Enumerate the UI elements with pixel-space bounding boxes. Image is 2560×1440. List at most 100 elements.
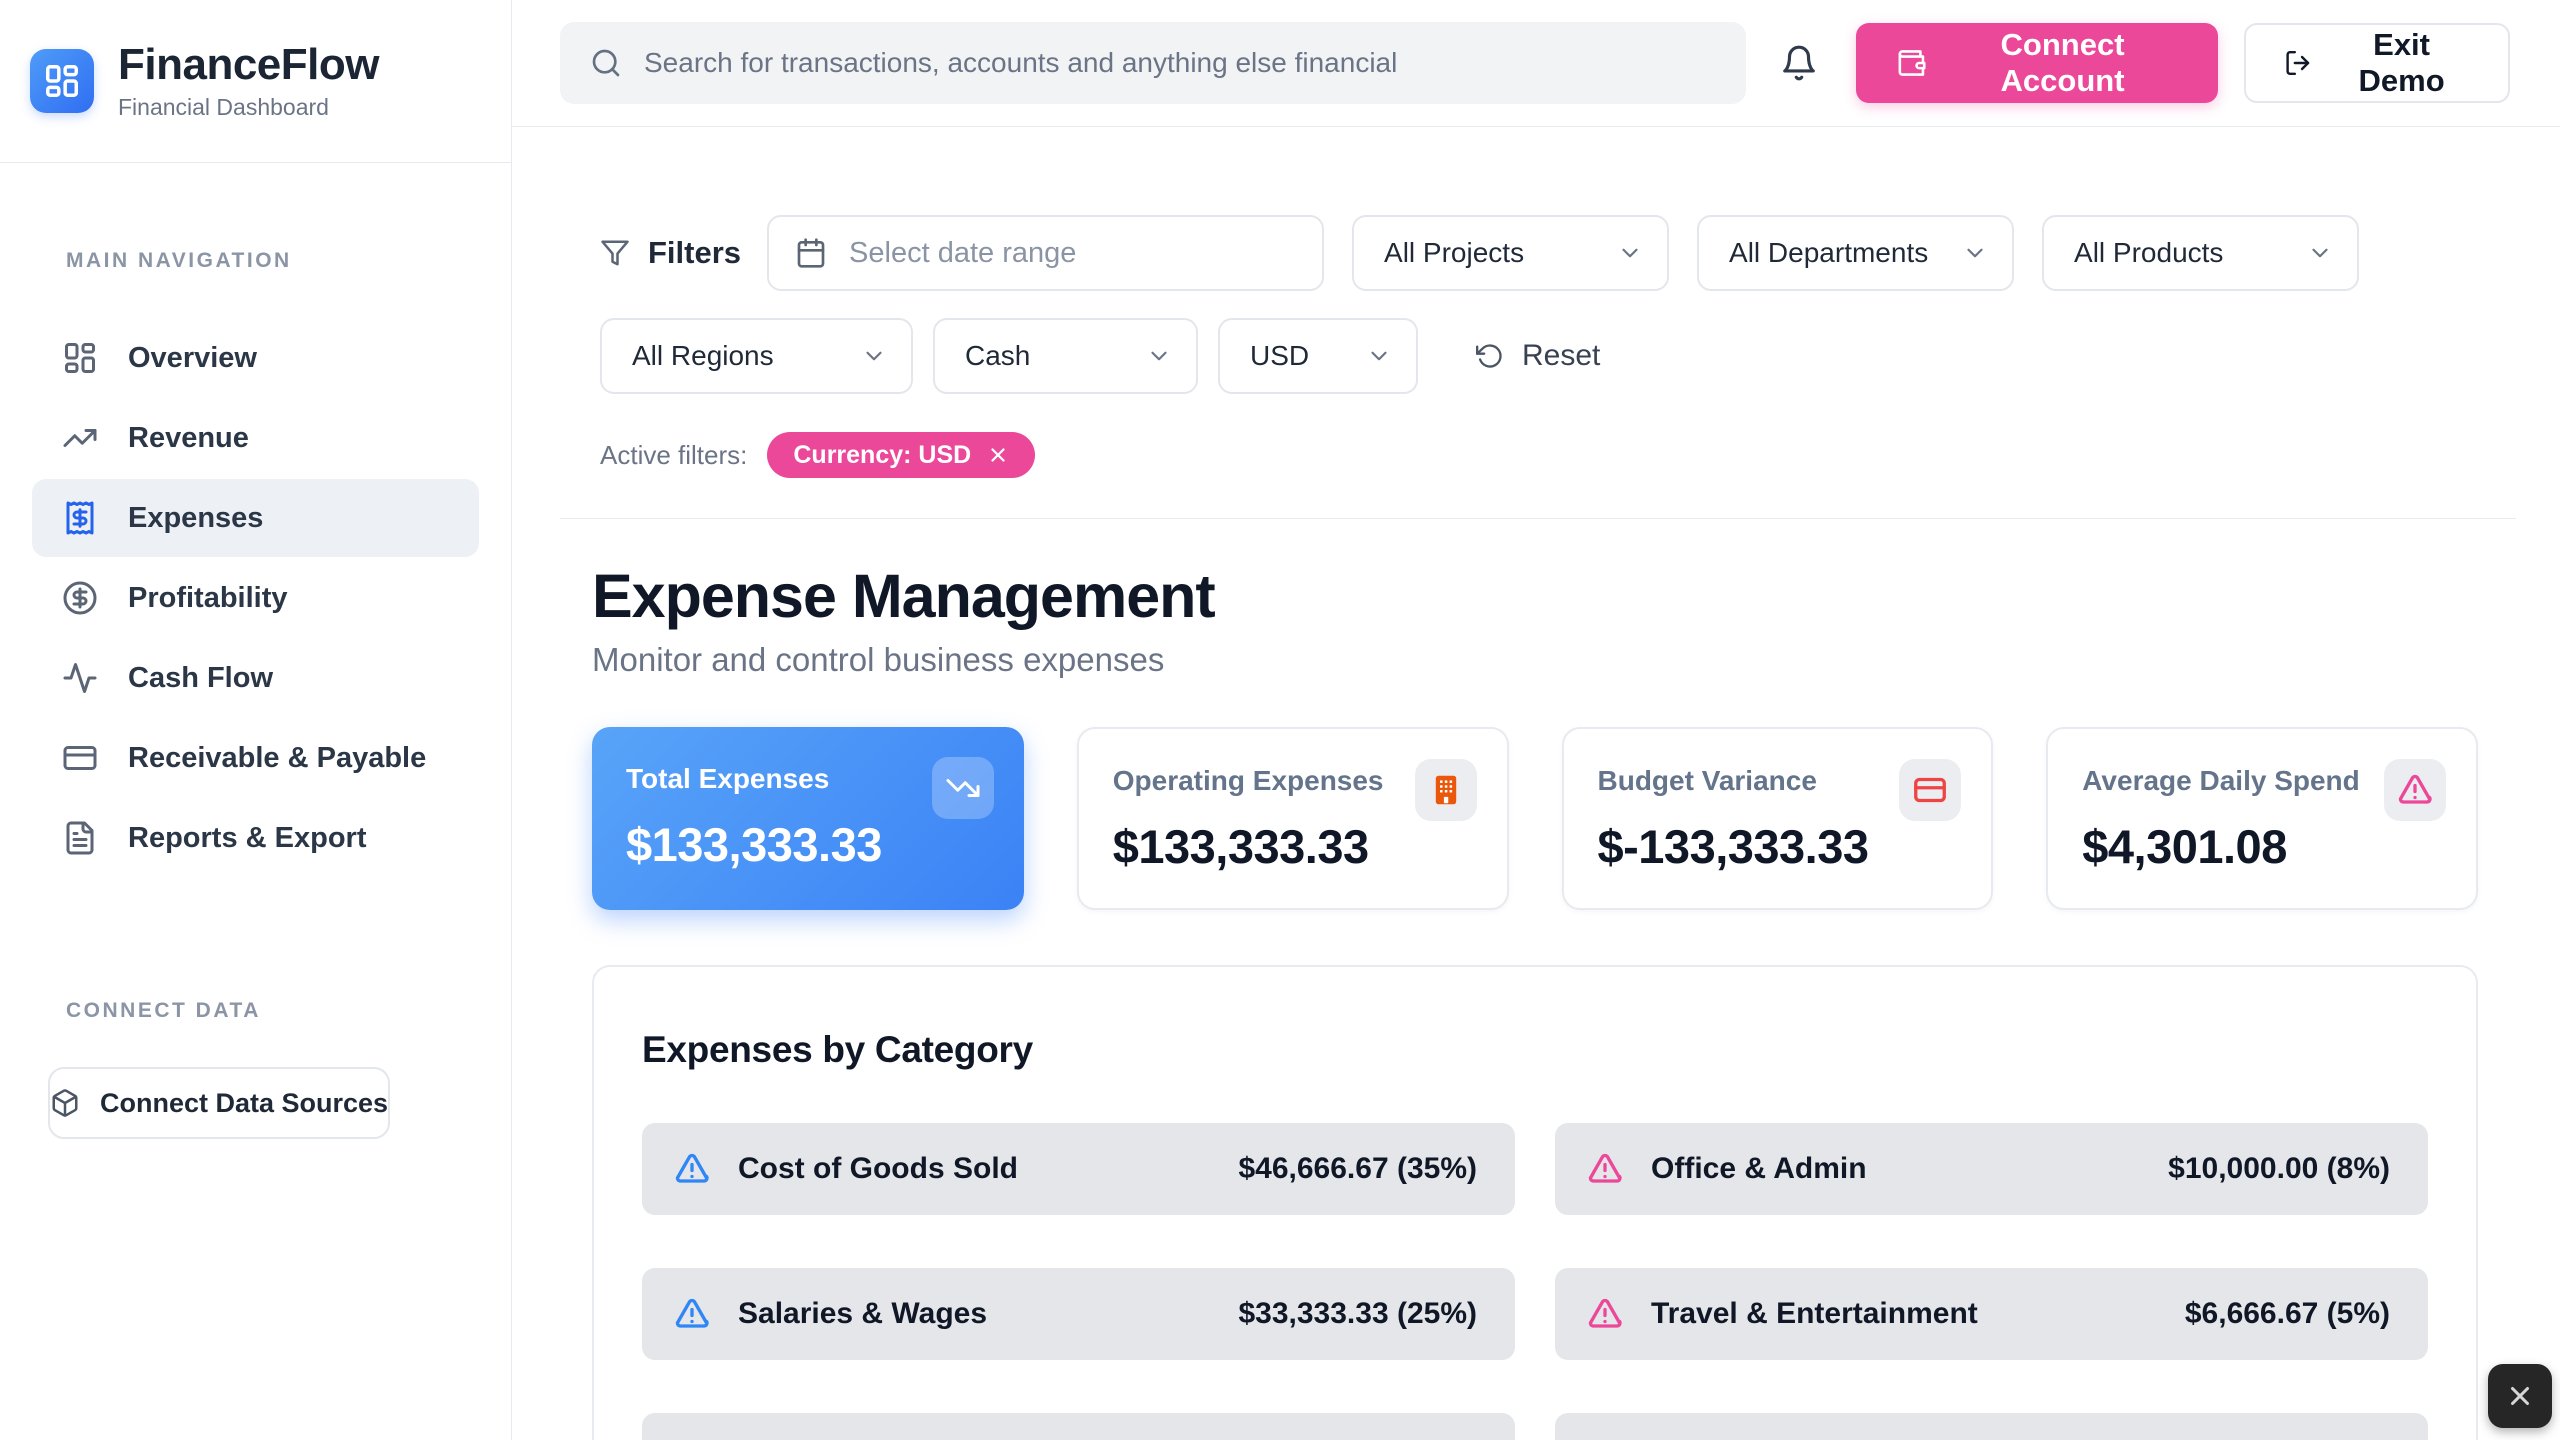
filters-row-2: All Regions Cash USD Reset (592, 318, 2478, 394)
sidebar-item-receivable-payable[interactable]: Receivable & Payable (32, 719, 479, 797)
projects-select-value: All Projects (1384, 237, 1524, 269)
expenses-by-category-card: Expenses by Category Cost of Goods Sold … (592, 965, 2478, 1440)
kpi-cards-row: Total Expenses $133,333.33 Operating Exp… (592, 727, 2478, 910)
credit-card-icon (62, 740, 98, 776)
regions-select[interactable]: All Regions (600, 318, 913, 394)
category-name: Office & Admin (1651, 1152, 1867, 1186)
log-out-icon (2284, 47, 2313, 79)
topbar: Connect Account Exit Demo (512, 0, 2560, 127)
kpi-icon-box (2384, 759, 2446, 821)
page-subtitle: Monitor and control business expenses (592, 641, 2478, 679)
projects-select[interactable]: All Projects (1352, 215, 1669, 291)
category-value: $33,333.33 (25%) (1238, 1297, 1477, 1331)
chevron-down-icon (1146, 343, 1172, 369)
category-value: $6,666.67 (5%) (2185, 1297, 2390, 1331)
kpi-operating-expenses: Operating Expenses $133,333.33 (1077, 727, 1509, 910)
sidebar-item-label: Cash Flow (128, 662, 273, 695)
kpi-budget-variance: Budget Variance $-133,333.33 (1562, 727, 1994, 910)
financeflow-app: FinanceFlow Financial Dashboard MAIN NAV… (0, 0, 2560, 1440)
activity-icon (62, 660, 98, 696)
circle-dollar-icon (62, 580, 98, 616)
alert-triangle-icon (1587, 1296, 1623, 1332)
chevron-down-icon (861, 343, 887, 369)
sidebar-item-label: Overview (128, 342, 257, 375)
connect-data-sources-label: Connect Data Sources (100, 1088, 388, 1119)
sidebar-item-profitability[interactable]: Profitability (32, 559, 479, 637)
category-section-title: Expenses by Category (642, 1029, 2428, 1071)
app-logo (30, 49, 94, 113)
currency-filter-chip[interactable]: Currency: USD (767, 432, 1035, 478)
close-widget-button[interactable] (2488, 1364, 2552, 1428)
exit-demo-label: Exit Demo (2333, 27, 2470, 99)
search-box (560, 22, 1746, 104)
sidebar-item-label: Expenses (128, 502, 263, 535)
sidebar-item-label: Receivable & Payable (128, 742, 426, 775)
departments-select-value: All Departments (1729, 237, 1928, 269)
date-range-input[interactable]: Select date range (767, 215, 1324, 291)
close-icon (2505, 1381, 2535, 1411)
calendar-icon (795, 237, 827, 269)
chevron-down-icon (2307, 240, 2333, 266)
chevron-down-icon (1617, 240, 1643, 266)
connect-account-button[interactable]: Connect Account (1856, 23, 2218, 103)
sidebar-item-revenue[interactable]: Revenue (32, 399, 479, 477)
sidebar-nav: MAIN NAVIGATION Overview Revenue Expense… (0, 249, 511, 1139)
filters-title: Filters (600, 235, 741, 271)
category-value: $46,666.67 (35%) (1238, 1152, 1477, 1186)
filters-row-1: Filters Select date range All Projects A… (592, 215, 2478, 291)
layout-dashboard-icon (62, 340, 98, 376)
sidebar-item-reports-export[interactable]: Reports & Export (32, 799, 479, 877)
departments-select[interactable]: All Departments (1697, 215, 2014, 291)
search-input[interactable] (644, 47, 1716, 79)
kpi-total-expenses: Total Expenses $133,333.33 (592, 727, 1024, 910)
sidebar-item-cash-flow[interactable]: Cash Flow (32, 639, 479, 717)
file-text-icon (62, 820, 98, 856)
date-range-placeholder: Select date range (849, 237, 1076, 270)
kpi-value: $-133,333.33 (1598, 819, 1958, 874)
kpi-icon-box (1415, 759, 1477, 821)
category-name: Cost of Goods Sold (738, 1152, 1018, 1186)
trending-down-icon (945, 770, 981, 806)
close-icon[interactable] (987, 444, 1009, 466)
exit-demo-button[interactable]: Exit Demo (2244, 23, 2510, 103)
alert-triangle-icon (2397, 772, 2433, 808)
brand-text: FinanceFlow Financial Dashboard (118, 41, 379, 120)
building-icon (1428, 772, 1464, 808)
kpi-value: $133,333.33 (1113, 819, 1473, 874)
products-select[interactable]: All Products (2042, 215, 2359, 291)
chevron-down-icon (1962, 240, 1988, 266)
sidebar: FinanceFlow Financial Dashboard MAIN NAV… (0, 0, 512, 1440)
accounting-basis-select[interactable]: Cash (933, 318, 1198, 394)
category-grid: Cost of Goods Sold $46,666.67 (35%) Offi… (642, 1123, 2428, 1440)
sidebar-item-expenses[interactable]: Expenses (32, 479, 479, 557)
main-content: Filters Select date range All Projects A… (512, 127, 2560, 1440)
currency-select[interactable]: USD (1218, 318, 1418, 394)
kpi-value: $133,333.33 (626, 817, 990, 872)
nav-section-label: MAIN NAVIGATION (66, 249, 479, 273)
connect-data-sources-button[interactable]: Connect Data Sources (48, 1067, 390, 1139)
notifications-button[interactable] (1780, 44, 1818, 82)
currency-chip-label: Currency: USD (793, 441, 971, 470)
reset-filters-button[interactable]: Reset (1476, 339, 1600, 373)
category-item-office-admin: Office & Admin $10,000.00 (8%) (1555, 1123, 2428, 1215)
category-name: Travel & Entertainment (1651, 1297, 1978, 1331)
regions-select-value: All Regions (632, 340, 774, 372)
category-item-marketing: Marketing $20,000.00 (15%) (642, 1413, 1515, 1440)
kpi-average-daily-spend: Average Daily Spend $4,301.08 (2046, 727, 2478, 910)
funnel-icon (600, 238, 630, 268)
brand-header: FinanceFlow Financial Dashboard (0, 0, 511, 163)
receipt-icon (62, 500, 98, 536)
search-icon (590, 47, 622, 79)
category-value: $10,000.00 (8%) (2168, 1152, 2390, 1186)
sidebar-item-label: Revenue (128, 422, 249, 455)
alert-triangle-icon (1587, 1151, 1623, 1187)
filters-label: Filters (648, 235, 741, 271)
cube-icon (50, 1088, 80, 1118)
category-item-cost-of-goods-sold: Cost of Goods Sold $46,666.67 (35%) (642, 1123, 1515, 1215)
page-title: Expense Management (592, 561, 2478, 631)
wallet-icon (1896, 46, 1927, 80)
currency-select-value: USD (1250, 340, 1309, 372)
active-filters-row: Active filters: Currency: USD (600, 432, 2478, 478)
sidebar-item-overview[interactable]: Overview (32, 319, 479, 397)
kpi-icon-box (1899, 759, 1961, 821)
